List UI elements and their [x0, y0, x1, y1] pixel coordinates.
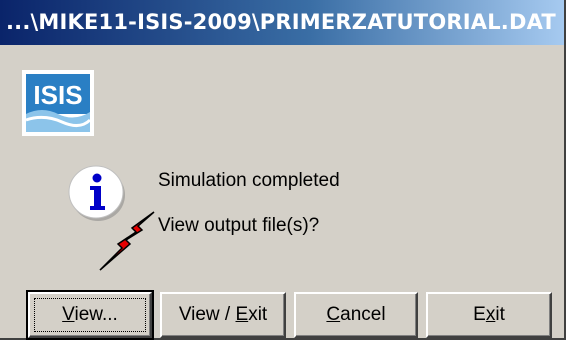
title-bar[interactable]: ...\MIKE11-ISIS-2009\PRIMERZATUTORIAL.DA…	[0, 0, 564, 46]
view-button[interactable]: View...	[26, 290, 154, 340]
label-part: xit	[248, 304, 268, 325]
view-exit-button[interactable]: View / Exit	[160, 292, 286, 338]
cancel-button-label: Cancel	[326, 304, 385, 326]
simulation-dialog: ...\MIKE11-ISIS-2009\PRIMERZATUTORIAL.DA…	[0, 0, 566, 340]
logo-text: ISIS	[33, 80, 82, 110]
label-part: it	[495, 304, 505, 325]
isis-logo: ISIS	[22, 70, 94, 136]
message-status: Simulation completed	[158, 170, 340, 191]
cancel-button[interactable]: Cancel	[294, 292, 418, 338]
message-question: View output file(s)?	[158, 215, 320, 236]
window-title: ...\MIKE11-ISIS-2009\PRIMERZATUTORIAL.DA…	[6, 10, 556, 34]
label-part: View /	[178, 304, 236, 325]
mnemonic: E	[235, 304, 249, 325]
exit-button-label: Exit	[473, 304, 505, 326]
mnemonic: C	[326, 304, 341, 325]
exit-button[interactable]: Exit	[426, 292, 552, 338]
label-part: E	[473, 304, 486, 325]
view-exit-button-label: View / Exit	[179, 304, 267, 326]
focus-rect	[34, 298, 146, 332]
label-part: ancel	[340, 304, 386, 325]
mnemonic: x	[485, 304, 496, 325]
lightning-bolt-icon	[99, 211, 155, 271]
